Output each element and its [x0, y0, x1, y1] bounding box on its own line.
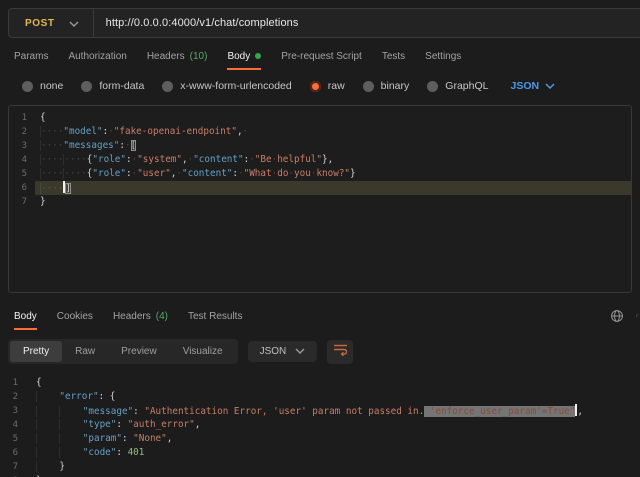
line-number: 4	[9, 153, 35, 167]
code-line[interactable]: 4········{"role":·"system",·"content":·"…	[9, 153, 631, 167]
response-tab-headers[interactable]: Headers(4)	[113, 303, 168, 330]
line-number: 7	[0, 460, 30, 474]
code-line[interactable]: 5 "param": "None",	[0, 432, 640, 446]
line-number: 6	[0, 446, 30, 460]
code-line[interactable]: 6····]	[9, 181, 631, 195]
radio-icon	[162, 81, 173, 92]
body-type-row: none form-data x-www-form-urlencoded raw…	[0, 71, 640, 99]
response-body-editor[interactable]: 1{2 "error": {3 "message": "Authenticati…	[0, 372, 640, 477]
method-label: POST	[25, 18, 55, 29]
code-line[interactable]: 6 "code": 401	[0, 446, 640, 460]
radio-icon	[363, 81, 374, 92]
radio-selected-icon	[310, 81, 321, 92]
wrap-text-icon	[333, 343, 348, 361]
view-preview[interactable]: Preview	[108, 341, 170, 362]
code-line[interactable]: 7}	[9, 195, 631, 209]
radio-icon	[22, 81, 33, 92]
tab-authorization[interactable]: Authorization	[68, 43, 126, 70]
code-line[interactable]: 7 }	[0, 460, 640, 474]
tab-body[interactable]: Body	[227, 43, 261, 70]
view-pretty[interactable]: Pretty	[10, 341, 62, 362]
code-line[interactable]: 4 "type": "auth_error",	[0, 418, 640, 432]
request-body-editor[interactable]: 1{2····"model":·"fake-openai-endpoint",·…	[8, 105, 632, 293]
radio-graphql[interactable]: GraphQL	[427, 80, 488, 92]
response-tab-body[interactable]: Body	[14, 303, 37, 330]
response-tab-cookies[interactable]: Cookies	[57, 303, 93, 330]
method-selector[interactable]: POST	[9, 9, 93, 37]
chevron-down-icon	[545, 80, 555, 92]
tab-tests[interactable]: Tests	[382, 43, 405, 70]
request-language-select[interactable]: JSON	[510, 80, 555, 92]
code-line[interactable]: 5········{"role":·"user",·"content":·"Wh…	[9, 167, 631, 181]
radio-icon	[81, 81, 92, 92]
code-line[interactable]: 1{	[0, 376, 640, 390]
headers-count: (10)	[190, 51, 208, 62]
radio-none[interactable]: none	[22, 80, 63, 92]
line-number: 2	[0, 390, 30, 404]
code-line[interactable]: 2 "error": {	[0, 390, 640, 404]
request-url-bar: POST http://0.0.0.0:4000/v1/chat/complet…	[8, 8, 640, 38]
code-line[interactable]: 3 "message": "Authentication Error, 'use…	[0, 404, 640, 418]
line-number: 5	[9, 167, 35, 181]
code-line[interactable]: 3····"messages":·[	[9, 139, 631, 153]
view-raw[interactable]: Raw	[62, 341, 108, 362]
tab-headers[interactable]: Headers(10)	[147, 43, 208, 70]
line-number: 1	[0, 376, 30, 390]
chevron-down-icon	[69, 14, 79, 32]
response-headers-count: (4)	[156, 311, 168, 322]
tab-pre-request-script[interactable]: Pre-request Script	[281, 43, 362, 70]
line-number: 7	[9, 195, 35, 209]
code-line[interactable]: 2····"model":·"fake-openai-endpoint",·	[9, 125, 631, 139]
radio-x-www-form-urlencoded[interactable]: x-www-form-urlencoded	[162, 80, 291, 92]
response-language-select[interactable]: JSON	[248, 341, 318, 362]
radio-binary[interactable]: binary	[363, 80, 410, 92]
radio-raw[interactable]: raw	[310, 80, 345, 92]
response-tab-test-results[interactable]: Test Results	[188, 303, 242, 330]
line-number: 6	[9, 181, 35, 195]
line-number: 2	[9, 125, 35, 139]
chevron-down-icon	[295, 346, 305, 357]
radio-form-data[interactable]: form-data	[81, 80, 144, 92]
wrap-text-button[interactable]	[327, 340, 353, 364]
view-visualize[interactable]: Visualize	[170, 341, 236, 362]
response-tabs: Body Cookies Headers(4) Test Results	[0, 301, 640, 331]
request-tabs: Params Authorization Headers(10) Body Pr…	[0, 41, 640, 71]
radio-icon	[427, 81, 438, 92]
line-number: 3	[9, 139, 35, 153]
line-number: 4	[0, 418, 30, 432]
line-number: 3	[0, 404, 30, 418]
view-mode-control: Pretty Raw Preview Visualize	[8, 339, 238, 364]
clipped-icon[interactable]	[636, 310, 640, 322]
tab-params[interactable]: Params	[14, 43, 48, 70]
request-url-input[interactable]: http://0.0.0.0:4000/v1/chat/completions	[94, 17, 299, 29]
line-number: 1	[9, 111, 35, 125]
line-number: 5	[0, 432, 30, 446]
body-modified-dot-icon	[255, 53, 261, 59]
code-line[interactable]: 1{	[9, 111, 631, 125]
tab-settings[interactable]: Settings	[425, 43, 461, 70]
globe-icon[interactable]	[610, 309, 624, 323]
response-toolbar: Pretty Raw Preview Visualize JSON	[0, 331, 640, 372]
